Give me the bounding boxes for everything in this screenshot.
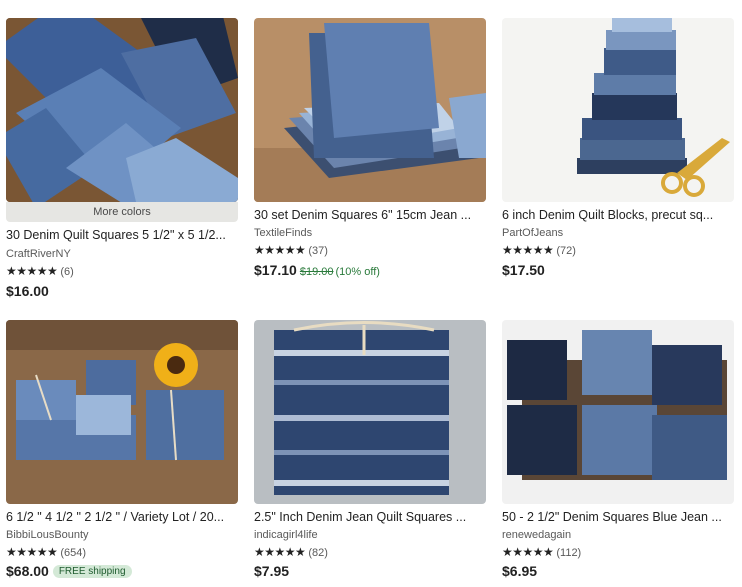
listing-card[interactable]: 6 1/2 " 4 1/2 " 2 1/2 " / Variety Lot / … (6, 320, 238, 587)
rating: ★★★★★ (82) (254, 545, 328, 559)
star-rating-icon: ★★★★★ (502, 243, 554, 257)
price-row: $17.50 (502, 262, 545, 280)
listing-card[interactable]: 50 - 2 1/2" Denim Squares Blue Jean ... … (502, 320, 734, 587)
price-row: $17.10 $19.00 (10% off) (254, 262, 380, 280)
review-count: (37) (308, 245, 328, 257)
free-shipping-badge: FREE shipping (52, 565, 132, 578)
listing-image[interactable] (254, 320, 486, 504)
listing-image[interactable] (254, 18, 486, 202)
listing-title[interactable]: 6 1/2 " 4 1/2 " 2 1/2 " / Variety Lot / … (6, 510, 238, 524)
price: $7.95 (254, 563, 290, 579)
listing-title[interactable]: 2.5" Inch Denim Jean Quilt Squares ... (254, 510, 486, 524)
star-rating-icon: ★★★★★ (254, 545, 306, 559)
review-count: (6) (60, 266, 74, 278)
review-count: (82) (308, 547, 328, 559)
listing-title[interactable]: 6 inch Denim Quilt Blocks, precut sq... (502, 208, 734, 222)
discount-label: (10% off) (335, 266, 380, 278)
review-count: (72) (556, 245, 576, 257)
shop-name[interactable]: CraftRiverNY (6, 248, 71, 260)
price: $17.50 (502, 262, 545, 278)
star-rating-icon: ★★★★★ (6, 545, 58, 559)
shop-name[interactable]: indicagirl4life (254, 529, 318, 541)
listing-image[interactable] (6, 320, 238, 504)
rating: ★★★★★ (72) (502, 243, 576, 257)
listing-title[interactable]: 30 Denim Quilt Squares 5 1/2" x 5 1/2... (6, 228, 238, 242)
rating: ★★★★★ (6) (6, 264, 74, 278)
listing-title[interactable]: 30 set Denim Squares 6" 15cm Jean ... (254, 208, 486, 222)
star-rating-icon: ★★★★★ (6, 264, 58, 278)
price-row: $68.00 FREE shipping (6, 563, 132, 581)
star-rating-icon: ★★★★★ (254, 243, 306, 257)
shop-name[interactable]: renewedagain (502, 529, 571, 541)
price: $17.10 (254, 262, 297, 278)
price: $68.00 (6, 563, 49, 579)
more-colors-overlay[interactable]: More colors (6, 202, 238, 222)
star-rating-icon: ★★★★★ (502, 545, 554, 559)
original-price: $19.00 (299, 266, 334, 278)
rating: ★★★★★ (112) (502, 545, 581, 559)
price-row: $7.95 (254, 563, 289, 581)
listing-title[interactable]: 50 - 2 1/2" Denim Squares Blue Jean ... (502, 510, 734, 524)
price: $16.00 (6, 283, 49, 299)
listing-grid: More colors 30 Denim Quilt Squares 5 1/2… (0, 0, 742, 587)
listing-image[interactable] (502, 18, 734, 202)
listing-card[interactable]: 6 inch Denim Quilt Blocks, precut sq... … (502, 18, 734, 308)
shop-name[interactable]: TextileFinds (254, 227, 312, 239)
listing-image[interactable] (6, 18, 238, 202)
review-count: (654) (60, 547, 87, 559)
rating: ★★★★★ (654) (6, 545, 86, 559)
price-row: $16.00 (6, 283, 49, 301)
rating: ★★★★★ (37) (254, 243, 328, 257)
price: $6.95 (502, 563, 538, 579)
review-count: (112) (556, 547, 582, 559)
listing-card[interactable]: 30 set Denim Squares 6" 15cm Jean ... Te… (254, 18, 486, 308)
shop-name[interactable]: PartOfJeans (502, 227, 563, 239)
price-row: $6.95 (502, 563, 537, 581)
shop-name[interactable]: BibbiLousBounty (6, 529, 89, 541)
listing-card[interactable]: 2.5" Inch Denim Jean Quilt Squares ... i… (254, 320, 486, 587)
listing-card[interactable]: More colors 30 Denim Quilt Squares 5 1/2… (6, 18, 238, 308)
listing-image[interactable] (502, 320, 734, 504)
